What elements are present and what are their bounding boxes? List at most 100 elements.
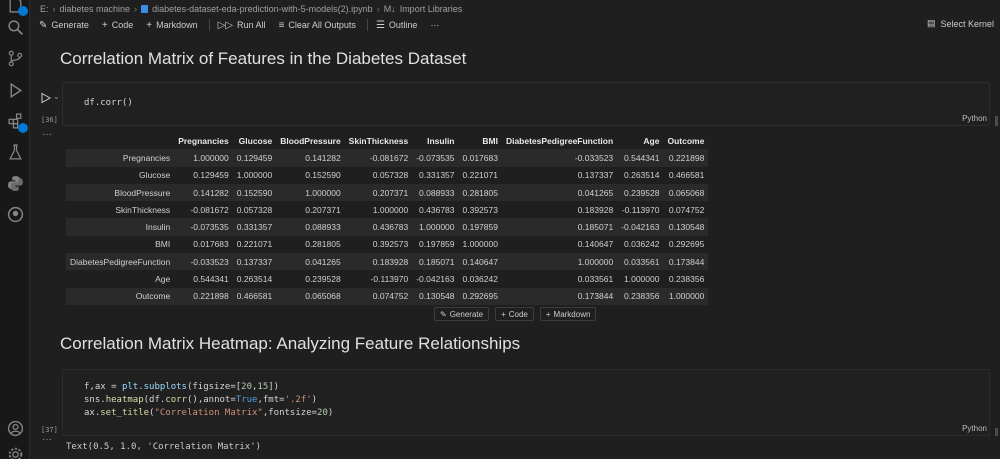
- insert-markdown-button[interactable]: + Markdown: [539, 307, 597, 321]
- table-cell: 0.207371: [372, 187, 409, 198]
- output-actions-icon[interactable]: ···: [42, 434, 52, 445]
- source-control-icon[interactable]: [5, 48, 25, 68]
- table-cell: 0.292695: [462, 291, 498, 302]
- table-cell: 0.088933: [305, 222, 341, 233]
- table-cell: 0.152590: [305, 170, 341, 181]
- code-token: ): [311, 395, 318, 405]
- code-token: corr: [165, 395, 187, 405]
- markdown-heading-correlation-matrix[interactable]: Correlation Matrix of Features in the Di…: [60, 49, 466, 69]
- table-cell: 0.057328: [372, 170, 409, 181]
- table-cell: 0.436783: [372, 222, 409, 233]
- table-cell: -0.081672: [190, 204, 229, 215]
- toolbar-divider: [208, 19, 210, 31]
- table-cell: 0.392573: [462, 204, 498, 215]
- row-label: BloodPressure: [114, 187, 171, 198]
- code-cell-heatmap[interactable]: f,ax = plt.subplots(figsize=[20,15]) sns…: [62, 369, 990, 436]
- run-debug-icon[interactable]: [5, 80, 25, 100]
- settings-gear-icon[interactable]: [5, 444, 25, 459]
- toolbar-divider: [366, 19, 368, 31]
- github-icon[interactable]: [5, 204, 25, 224]
- code-line-3[interactable]: ax.set_title("Correlation Matrix",fontsi…: [84, 407, 333, 420]
- files-icon[interactable]: [5, 0, 28, 16]
- breadcrumb-section[interactable]: Import Libraries: [400, 4, 463, 14]
- table-row: SkinThickness -0.081672 0.057328 0.207371 1.…: [66, 201, 708, 218]
- python-icon[interactable]: [5, 173, 25, 193]
- table-cell: 0.152590: [236, 187, 273, 198]
- code-line-2[interactable]: sns.heatmap(df.corr(),annot=True,fmt='.2…: [84, 394, 317, 407]
- table-row: Age 0.544341 0.263514 0.239528 -0.113970 -0.0…: [66, 270, 708, 287]
- table-cell: 0.185071: [577, 222, 614, 233]
- execution-count: [37]: [41, 426, 58, 434]
- notebook-toolbar: ✎ Generate + Code + Markdown ▷▷ Run All …: [34, 16, 1000, 34]
- insert-generate-button[interactable]: ✎ Generate: [434, 307, 490, 321]
- table-cell: 1.000000: [577, 256, 614, 267]
- run-options-chevron-icon[interactable]: ⌄: [53, 92, 60, 101]
- run-cell-button[interactable]: [40, 91, 52, 104]
- code-token: ,fmt=: [257, 395, 285, 405]
- cell-language-label[interactable]: Python: [962, 114, 987, 123]
- column-header: DiabetesPedigreeFunction: [505, 135, 614, 146]
- table-cell: 0.183928: [372, 256, 409, 267]
- code-cell-df-corr[interactable]: df.corr() Python: [62, 82, 990, 126]
- table-cell: 0.017683: [193, 239, 229, 250]
- add-code-button[interactable]: + Code: [102, 20, 133, 31]
- table-cell: 0.140647: [577, 239, 614, 250]
- outline-label: Outline: [388, 20, 418, 30]
- row-label: Insulin: [145, 222, 171, 233]
- table-cell: -0.081672: [369, 152, 409, 163]
- table-cell: 1.000000: [305, 187, 341, 198]
- table-cell: 0.197859: [462, 222, 498, 233]
- table-cell: 0.221071: [462, 170, 498, 181]
- run-all-icon: ▷▷: [217, 19, 234, 31]
- code-token: plt.subplots: [121, 382, 187, 392]
- outline-button[interactable]: ☰ Outline: [376, 20, 418, 31]
- generate-label: Generate: [51, 20, 89, 30]
- output-actions-icon[interactable]: ···: [42, 129, 52, 140]
- table-cell: 0.239528: [624, 187, 660, 198]
- table-cell: 0.544341: [624, 152, 660, 163]
- plus-icon: +: [545, 309, 551, 319]
- code-token: ): [327, 408, 334, 418]
- code-line-1[interactable]: f,ax = plt.subplots(figsize=[20,15]): [84, 381, 279, 394]
- table-cell: 1.000000: [193, 152, 229, 163]
- testing-flask-icon[interactable]: [5, 142, 25, 162]
- clear-outputs-button[interactable]: ≡ Clear All Outputs: [279, 20, 356, 31]
- select-kernel-button[interactable]: ▤ Select Kernel: [927, 18, 994, 29]
- table-cell: 0.129459: [236, 152, 273, 163]
- table-cell: 0.281805: [462, 187, 498, 198]
- code-token: ax.: [84, 408, 101, 418]
- breadcrumb-file[interactable]: diabetes-dataset-eda-prediction-with-5-m…: [152, 4, 373, 14]
- account-icon[interactable]: [5, 418, 25, 438]
- code-line[interactable]: df.corr(): [84, 97, 133, 110]
- breadcrumb-folder[interactable]: diabetes machine: [60, 4, 131, 14]
- clear-all-icon: ≡: [278, 19, 285, 31]
- run-all-button[interactable]: ▷▷ Run All: [218, 20, 266, 31]
- kernel-icon: ▤: [926, 18, 936, 28]
- scrollbar-thumb[interactable]: [995, 116, 998, 126]
- add-markdown-button[interactable]: + Markdown: [146, 20, 197, 31]
- markdown-heading-heatmap[interactable]: Correlation Matrix Heatmap: Analyzing Fe…: [60, 334, 520, 354]
- generate-button[interactable]: ✎ Generate: [39, 20, 89, 31]
- insert-code-button[interactable]: + Code: [495, 307, 534, 321]
- table-cell: 0.466581: [668, 170, 705, 181]
- breadcrumb-root[interactable]: E:: [40, 4, 49, 14]
- table-row: BMI 0.017683 0.221071 0.281805 0.392573 0.197…: [66, 236, 708, 253]
- cell-language-label[interactable]: Python: [962, 424, 987, 433]
- search-icon[interactable]: [5, 17, 25, 37]
- extensions-icon[interactable]: [5, 111, 28, 133]
- table-cell: 0.281805: [305, 239, 341, 250]
- sparkle-icon: ✎: [440, 309, 447, 319]
- cell-text-output: Text(0.5, 1.0, 'Correlation Matrix'): [66, 442, 262, 452]
- scrollbar-thumb[interactable]: [995, 428, 998, 436]
- code-label: Code: [508, 309, 528, 319]
- table-cell: 0.197859: [419, 239, 455, 250]
- table-cell: -0.042163: [416, 274, 455, 285]
- table-row: Glucose 0.129459 1.000000 0.152590 0.057328 0…: [66, 167, 708, 184]
- table-cell: 0.141282: [305, 152, 341, 163]
- table-cell: 0.130548: [419, 291, 455, 302]
- breadcrumb-markdown-prefix: M↓: [383, 4, 396, 14]
- table-cell: 0.331357: [236, 222, 273, 233]
- table-cell: -0.113970: [370, 274, 409, 285]
- more-actions-button[interactable]: ···: [430, 20, 439, 30]
- row-label: DiabetesPedigreeFunction: [70, 256, 171, 267]
